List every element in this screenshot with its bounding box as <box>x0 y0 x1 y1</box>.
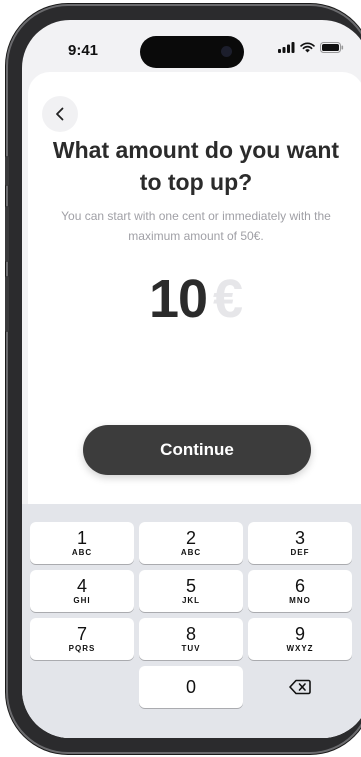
key-6[interactable]: 6 MNO <box>248 570 352 612</box>
dynamic-island <box>140 36 244 68</box>
key-1[interactable]: 1 ABC <box>30 522 134 564</box>
volume-down-button <box>5 276 9 332</box>
delete-key[interactable] <box>248 666 352 708</box>
currency-symbol: € <box>213 269 244 329</box>
key-9[interactable]: 9 WXYZ <box>248 618 352 660</box>
key-2[interactable]: 2 ABC <box>139 522 243 564</box>
phone-frame: 9:41 What amount do you want to top up? … <box>5 6 361 752</box>
amount-value: 10 <box>148 269 208 329</box>
status-time: 9:41 <box>68 42 99 59</box>
mute-switch <box>5 156 9 186</box>
cellular-signal-icon <box>278 42 295 53</box>
camera-icon <box>221 46 232 57</box>
battery-icon <box>320 42 344 53</box>
status-icons <box>278 42 344 53</box>
key-7[interactable]: 7 PQRS <box>30 618 134 660</box>
top-up-sheet: What amount do you want to top up? You c… <box>22 72 361 738</box>
backspace-icon <box>289 679 311 695</box>
chevron-left-icon <box>56 107 64 121</box>
wifi-icon <box>300 42 315 53</box>
screen: 9:41 What amount do you want to top up? … <box>22 20 361 738</box>
numeric-keypad: 1 ABC 2 ABC 3 DEF 4 GHI 5 JKL 6 MNO 7 PQRS 8 TUV… <box>22 504 361 738</box>
key-5[interactable]: 5 JKL <box>139 570 243 612</box>
page-title: What amount do you want to top up? <box>52 137 340 195</box>
key-3[interactable]: 3 DEF <box>248 522 352 564</box>
key-4[interactable]: 4 GHI <box>30 570 134 612</box>
volume-up-button <box>5 206 9 262</box>
amount-display: 10 € <box>28 264 361 348</box>
key-8[interactable]: 8 TUV <box>139 618 243 660</box>
continue-button[interactable]: Continue <box>83 425 311 475</box>
back-button[interactable] <box>42 96 78 132</box>
key-0[interactable]: 0 <box>139 666 243 708</box>
page-subtitle: You can start with one cent or immediate… <box>61 209 331 243</box>
